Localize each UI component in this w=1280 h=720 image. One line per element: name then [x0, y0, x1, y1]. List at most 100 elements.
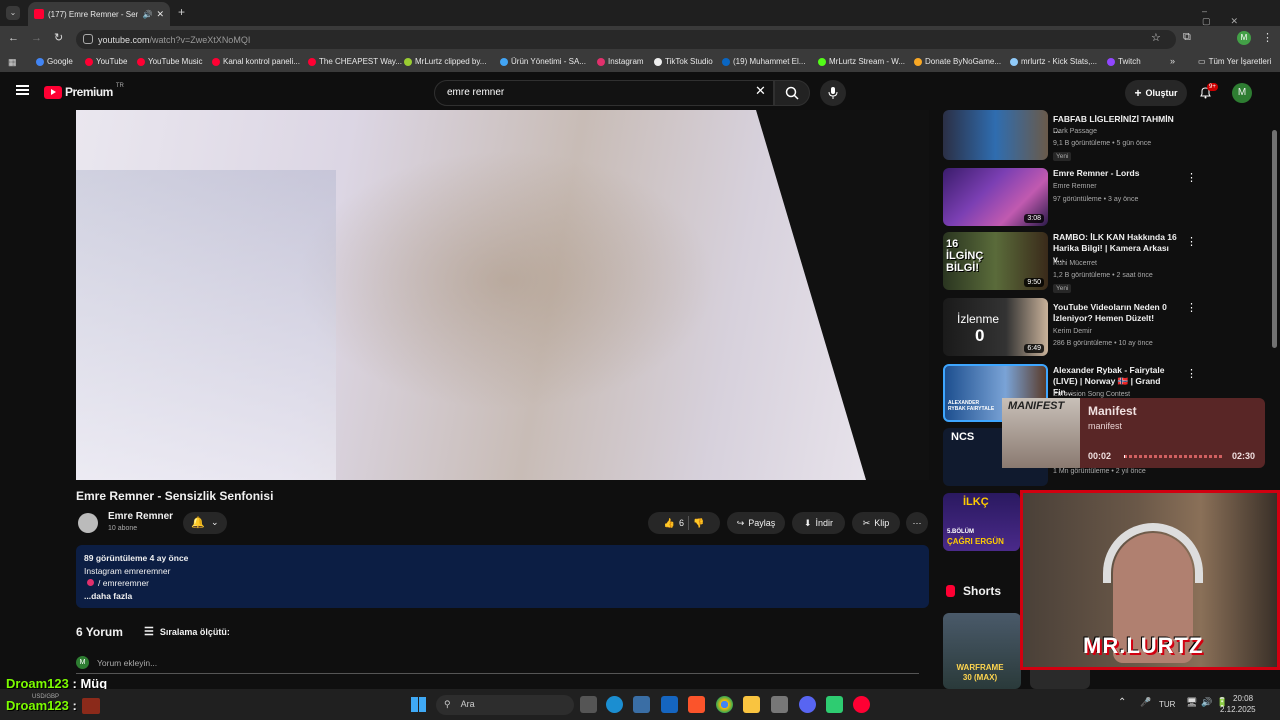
chat-message: Droam123 :	[6, 698, 77, 713]
hamburger-menu-icon[interactable]	[16, 85, 29, 95]
dislike-button[interactable]: 👎	[693, 518, 704, 529]
search-button[interactable]	[774, 80, 810, 106]
start-windows-icon[interactable]	[411, 697, 426, 712]
store-icon[interactable]	[633, 696, 650, 713]
task-view-icon[interactable]	[580, 696, 597, 713]
tab-close-icon[interactable]: ✕	[156, 9, 164, 20]
sort-comments-button[interactable]: ☰ Sıralama ölçütü:	[144, 625, 230, 638]
more-actions-button[interactable]: ⋯	[906, 512, 928, 534]
search-input[interactable]: emre remner	[434, 80, 774, 106]
short-thumbnail[interactable]: WARFRAME 30 (MAX)	[943, 613, 1021, 689]
share-button[interactable]: ↪ Paylaş	[727, 512, 785, 534]
reload-icon[interactable]: ↻	[54, 31, 63, 44]
ticker-icon[interactable]	[82, 698, 100, 714]
video-player[interactable]	[76, 110, 929, 480]
rec-menu-icon[interactable]: ⋮	[1186, 171, 1197, 184]
bookmarks-overflow-icon[interactable]: »	[1170, 56, 1175, 66]
discord-icon[interactable]	[799, 696, 816, 713]
clock-time[interactable]: 20:08	[1233, 694, 1253, 703]
tray-icons[interactable]: 🎤	[1140, 697, 1151, 708]
browser-tab-active[interactable]: (177) Emre Remner - Sensiz 🔊 ✕	[28, 2, 170, 26]
bookmark-item[interactable]: MrLurtz Stream - W...	[818, 57, 905, 66]
url-field[interactable]: youtube.com/watch?v=ZweXtXNoMQI	[76, 30, 1176, 49]
rec-menu-icon[interactable]: ⋮	[1186, 235, 1197, 248]
recommendation-item[interactable]: FABFAB LİGLERİNİZİ TAHMİN ... Dark Passa…	[943, 110, 1193, 162]
youtube-app-icon[interactable]	[853, 696, 870, 713]
add-comment-field[interactable]: M Yorum ekleyin...	[76, 656, 919, 674]
bookmark-item[interactable]: Donate ByNoGame...	[914, 57, 1001, 66]
thumb-text: ÇAĞRI ERGÜN	[947, 537, 1004, 546]
tiktok-icon	[654, 57, 662, 66]
bookmark-star-icon[interactable]: ☆	[1151, 31, 1161, 44]
extensions-icon[interactable]: ⧉	[1183, 31, 1191, 44]
voice-search-button[interactable]	[820, 80, 846, 106]
recommendation-item[interactable]: 16 İLGİNÇ BİLGİ! 9:50 RAMBO: İLK KAN Hak…	[943, 232, 1197, 293]
rec-menu-icon[interactable]: ⋮	[1186, 367, 1197, 380]
site-info-icon[interactable]	[83, 34, 93, 44]
page-scrollbar[interactable]	[1272, 130, 1277, 348]
thumb-text: 16 İLGİNÇ BİLGİ!	[946, 238, 984, 274]
user-avatar[interactable]: M	[1232, 83, 1252, 103]
forward-icon[interactable]: →	[31, 32, 42, 44]
channel-name[interactable]: Emre Remner	[108, 511, 173, 522]
taskbar-search[interactable]: ⚲ Ara	[436, 695, 574, 715]
bookmark-item[interactable]: Kanal kontrol paneli...	[212, 57, 300, 66]
bookmark-item[interactable]: MrLurtz clipped by...	[404, 57, 486, 66]
bookmark-item[interactable]: YouTube Music	[137, 57, 203, 66]
track-artist: manifest	[1088, 421, 1123, 431]
stream-brand-logo: MR.LURTZ	[1083, 633, 1204, 658]
mail-icon[interactable]	[661, 696, 678, 713]
bookmark-item[interactable]: The CHEAPEST Way...	[308, 57, 402, 66]
clear-search-icon[interactable]: ✕	[755, 83, 766, 99]
create-label: Oluştur	[1145, 88, 1178, 98]
kick-icon	[818, 57, 826, 66]
edge-icon[interactable]	[606, 696, 623, 713]
subscribe-notification-button[interactable]: 🔔 ⌄	[183, 512, 227, 534]
recommendation-item[interactable]: İzlenme 0 6:49 YouTube Videoların Neden …	[943, 298, 1197, 358]
brave-icon[interactable]	[688, 696, 705, 713]
youtube-logo[interactable]: Premium TR	[44, 83, 124, 99]
app-icon[interactable]	[771, 696, 788, 713]
description-box[interactable]: 89 görüntüleme 4 ay önce Instagram emrer…	[76, 545, 929, 608]
clock-date[interactable]: 2.12.2025	[1220, 705, 1256, 714]
bookmark-item[interactable]: (19) Muhammet El...	[722, 57, 805, 66]
app-icon[interactable]	[826, 696, 843, 713]
tab-list-chevron-icon[interactable]: ⌄	[6, 6, 20, 20]
rec-menu-icon[interactable]: ⋮	[1186, 301, 1197, 314]
all-bookmarks[interactable]: ▭ Tüm Yer İşaretleri	[1198, 57, 1271, 66]
chrome-icon[interactable]	[716, 696, 733, 713]
apps-icon[interactable]: ▦	[8, 57, 17, 68]
download-button[interactable]: ⬇ İndir	[792, 512, 845, 534]
album-cover: MANIFEST	[1002, 398, 1080, 468]
folder-icon: ▭	[1198, 57, 1206, 66]
menu-dots-icon[interactable]: ⋮	[1262, 31, 1273, 44]
channel-avatar[interactable]	[78, 513, 98, 533]
thumb-text: ALEXANDER RYBAK FAIRYTALE	[948, 400, 995, 412]
bookmark-item[interactable]: Ürün Yönetimi - SA...	[500, 57, 586, 66]
instagram-link[interactable]: / emreremner	[84, 577, 921, 590]
sort-icon: ☰	[144, 626, 154, 638]
explorer-icon[interactable]	[743, 696, 760, 713]
audio-icon[interactable]: 🔊	[142, 10, 152, 19]
thumbs-up-icon: 👍	[663, 517, 675, 528]
like-button[interactable]: 👍 6	[664, 518, 684, 529]
create-button[interactable]: + Oluştur	[1125, 80, 1187, 106]
divider	[688, 516, 689, 530]
bookmark-item[interactable]: Instagram	[597, 57, 644, 66]
back-icon[interactable]: ←	[8, 32, 19, 44]
search-icon	[785, 86, 799, 100]
bookmark-item[interactable]: Google	[36, 57, 73, 66]
bookmark-item[interactable]: TikTok Studio	[654, 57, 713, 66]
show-more-link[interactable]: ...daha fazla	[84, 590, 921, 603]
recommendation-item[interactable]: 3:08 Emre Remner - Lords Emre Remner 97 …	[943, 168, 1197, 228]
profile-avatar[interactable]: M	[1237, 31, 1251, 45]
new-tab-icon[interactable]: +	[178, 5, 185, 19]
bookmark-item[interactable]: mrlurtz - Kick Stats,...	[1010, 57, 1097, 66]
language-indicator[interactable]: TUR	[1159, 700, 1175, 709]
clip-button[interactable]: ✂ Klip	[852, 512, 900, 534]
tray-chevron-icon[interactable]: ⌃	[1118, 697, 1126, 708]
bookmark-item[interactable]: YouTube	[85, 57, 127, 66]
notification-count-badge: 9+	[1207, 83, 1218, 91]
bookmark-item[interactable]: Twitch	[1107, 57, 1141, 66]
bookmark-label: mrlurtz - Kick Stats,...	[1021, 57, 1098, 66]
